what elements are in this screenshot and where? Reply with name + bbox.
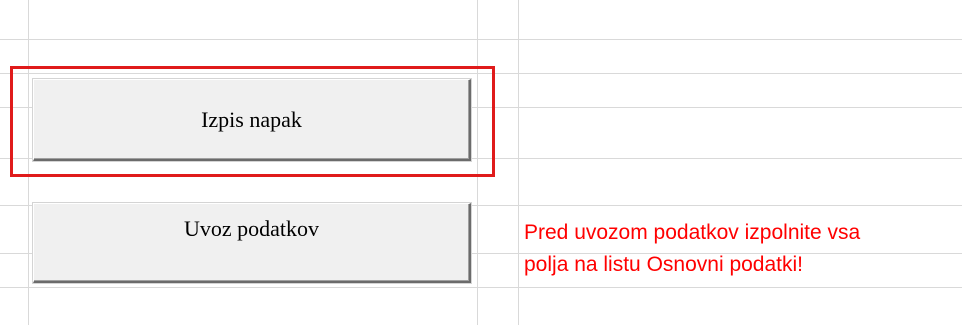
column-gridline [477, 0, 478, 325]
column-gridline [518, 0, 519, 325]
row-gridline [0, 287, 962, 288]
row-gridline [0, 39, 962, 40]
izpis-napak-button[interactable]: Izpis napak [33, 79, 471, 161]
warning-line-2: polja na listu Osnovni podatki! [524, 253, 803, 276]
uvoz-podatkov-button[interactable]: Uvoz podatkov [33, 203, 471, 283]
row-gridline [0, 73, 962, 74]
column-gridline [28, 0, 29, 325]
izpis-napak-label: Izpis napak [201, 106, 302, 132]
warning-line-1: Pred uvozom podatkov izpolnite vsa [524, 221, 861, 244]
warning-message: Pred uvozom podatkov izpolnite vsa polja… [524, 217, 954, 281]
uvoz-podatkov-label: Uvoz podatkov [183, 216, 320, 241]
